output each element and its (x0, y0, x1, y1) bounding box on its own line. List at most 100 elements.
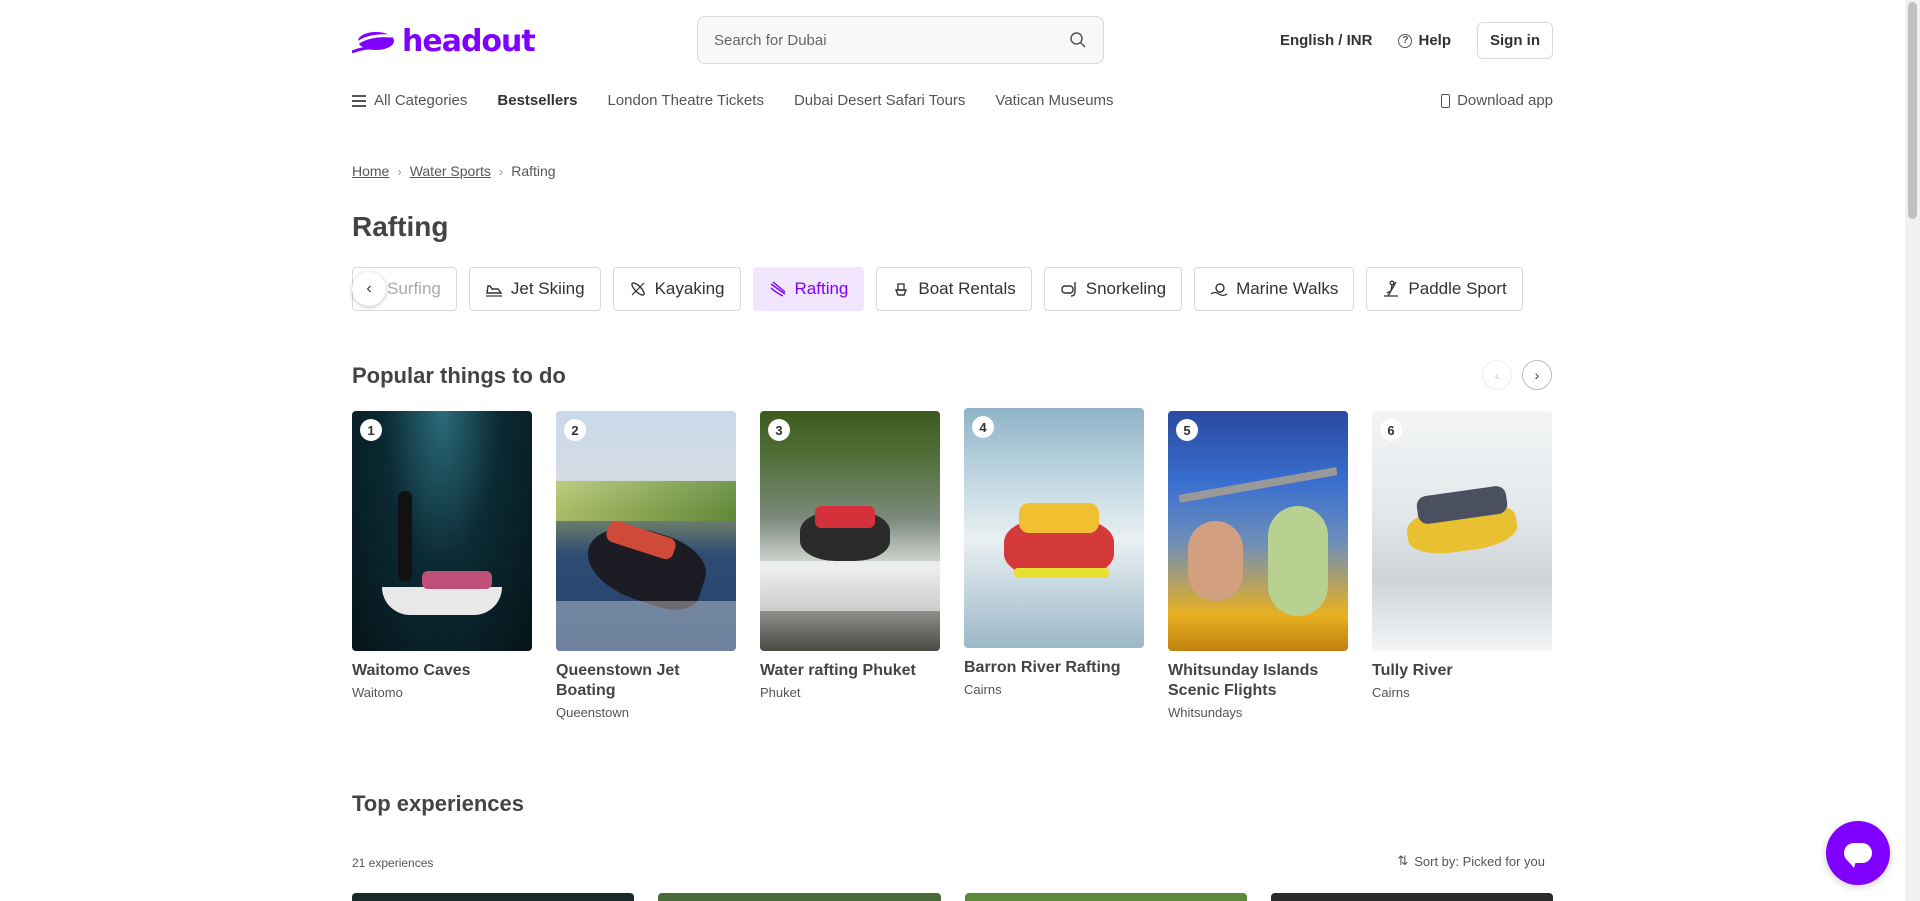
category-nav: All Categories Bestsellers London Theatr… (352, 92, 1553, 109)
card-location: Whitsundays (1168, 705, 1243, 720)
chip-label: Marine Walks (1236, 279, 1339, 298)
chip-label: Surfing (387, 279, 441, 298)
chip-label: Snorkeling (1085, 279, 1167, 298)
logo-text: headout (402, 24, 536, 59)
nav-item-dubai-desert-safari[interactable]: Dubai Desert Safari Tours (794, 92, 965, 109)
carousel-arrows: ‹ › (1482, 360, 1552, 390)
nav-item-london-theatre[interactable]: London Theatre Tickets (607, 92, 764, 109)
experience-card[interactable] (658, 893, 941, 901)
chevron-left-icon: ‹ (1494, 367, 1500, 383)
experience-count: 21 experiences (352, 856, 434, 870)
card-title: Tully River (1372, 662, 1453, 679)
rank-badge: 2 (564, 419, 586, 441)
chip-label: Kayaking (654, 279, 725, 298)
sign-in-button[interactable]: Sign in (1477, 22, 1553, 59)
download-app-label: Download app (1457, 92, 1553, 109)
card-title: Queenstown Jet Boating (556, 662, 680, 699)
page-title: Rafting (352, 211, 449, 242)
carousel-next-button[interactable]: › (1522, 360, 1552, 390)
header-actions: English / INR ? Help Sign in (1280, 22, 1553, 59)
search-bar[interactable] (697, 16, 1104, 64)
experience-card[interactable] (964, 893, 1247, 901)
chip-kayaking[interactable]: Kayaking (612, 267, 741, 311)
card-image: 2 (556, 411, 736, 651)
top-experiences-title: Top experiences (352, 791, 524, 816)
rank-badge: 5 (1176, 419, 1198, 441)
popular-section-title: Popular things to do (352, 363, 566, 388)
nav-item-bestsellers[interactable]: Bestsellers (497, 92, 577, 109)
marine-walk-icon (1210, 283, 1228, 297)
card-image: 3 (760, 411, 940, 651)
breadcrumb-water-sports[interactable]: Water Sports (410, 163, 491, 179)
all-categories-menu[interactable]: All Categories (352, 92, 467, 109)
card-title: Whitsunday Islands Scenic Flights (1168, 662, 1319, 699)
rafting-icon (770, 281, 785, 297)
chips-scroll-left-button[interactable]: ‹ (352, 272, 386, 306)
all-categories-label: All Categories (374, 92, 468, 109)
phone-icon (1441, 93, 1451, 108)
popular-card[interactable]: 3 Water rafting Phuket Phuket (760, 411, 940, 720)
jet-ski-icon (485, 285, 503, 297)
chip-paddle-sport[interactable]: Paddle Sport (1366, 267, 1523, 311)
experience-card[interactable] (352, 893, 635, 901)
card-location: Queenstown (556, 705, 629, 720)
rank-badge: 6 (1380, 419, 1402, 441)
kayak-icon (630, 282, 645, 296)
card-title: Water rafting Phuket (760, 662, 916, 679)
download-app-link[interactable]: Download app (1441, 92, 1553, 109)
card-location: Waitomo (352, 685, 403, 700)
headout-logo-icon (352, 31, 394, 53)
help-label: Help (1418, 32, 1451, 49)
chip-jet-skiing[interactable]: Jet Skiing (468, 267, 601, 311)
rank-badge: 4 (972, 416, 994, 438)
help-icon: ? (1398, 33, 1413, 48)
chat-bubble-icon (1844, 843, 1872, 868)
paddle-icon (1384, 280, 1399, 297)
chip-label: Rafting (794, 279, 849, 298)
snorkel-icon (1061, 282, 1076, 297)
chat-button[interactable] (1826, 821, 1890, 885)
chip-label: Paddle Sport (1408, 279, 1507, 298)
popular-card[interactable]: 2 Queenstown Jet Boating Queenstown (556, 411, 736, 720)
breadcrumb-home[interactable]: Home (352, 163, 389, 179)
card-title: Barron River Rafting (964, 659, 1121, 676)
page-scrollbar[interactable] (1905, 0, 1920, 901)
search-input[interactable] (714, 31, 1069, 49)
popular-card[interactable]: 4 Barron River Rafting Cairns (964, 408, 1144, 720)
popular-card[interactable]: 5 Whitsunday Islands Scenic Flights Whit… (1168, 411, 1348, 720)
experience-grid (352, 893, 1553, 901)
card-location: Phuket (760, 685, 801, 700)
boat-icon (895, 283, 908, 296)
chevron-right-icon: › (397, 163, 402, 179)
card-location: Cairns (1372, 685, 1410, 700)
rank-badge: 3 (768, 419, 790, 441)
card-location: Cairns (964, 682, 1002, 697)
sort-label: Sort by: Picked for you (1414, 853, 1545, 869)
chip-label: Jet Skiing (510, 279, 585, 298)
experience-card[interactable] (1270, 893, 1553, 901)
card-image: 5 (1168, 411, 1348, 651)
chevron-right-icon: › (1534, 367, 1540, 383)
breadcrumb-current: Rafting (511, 163, 556, 179)
sort-icon: ⇅ (1397, 853, 1409, 868)
chip-marine-walks[interactable]: Marine Walks (1194, 267, 1355, 311)
rank-badge: 1 (360, 419, 382, 441)
popular-card[interactable]: 6 Tully River Cairns (1372, 411, 1552, 720)
headout-logo[interactable]: headout (352, 24, 536, 59)
popular-card[interactable]: 1 Waitomo Caves Waitomo (352, 411, 532, 720)
nav-item-vatican-museums[interactable]: Vatican Museums (995, 92, 1113, 109)
card-image: 4 (964, 408, 1144, 648)
chip-boat-rentals[interactable]: Boat Rentals (876, 267, 1032, 311)
help-link[interactable]: ? Help (1398, 32, 1451, 49)
category-chips: Surfing Jet Skiing Kayaking Rafting Boat… (352, 267, 1553, 311)
scrollbar-thumb[interactable] (1908, 2, 1917, 219)
chip-snorkeling[interactable]: Snorkeling (1043, 267, 1183, 311)
chip-rafting[interactable]: Rafting (752, 267, 865, 311)
carousel-prev-button[interactable]: ‹ (1482, 360, 1512, 390)
search-icon[interactable] (1069, 31, 1087, 49)
language-currency-selector[interactable]: English / INR (1280, 32, 1373, 49)
chevron-right-icon: › (498, 163, 504, 179)
chip-label: Boat Rentals (918, 279, 1016, 298)
sort-dropdown[interactable]: ⇅ Sort by: Picked for you (1397, 853, 1545, 869)
chevron-left-icon: ‹ (366, 280, 372, 297)
